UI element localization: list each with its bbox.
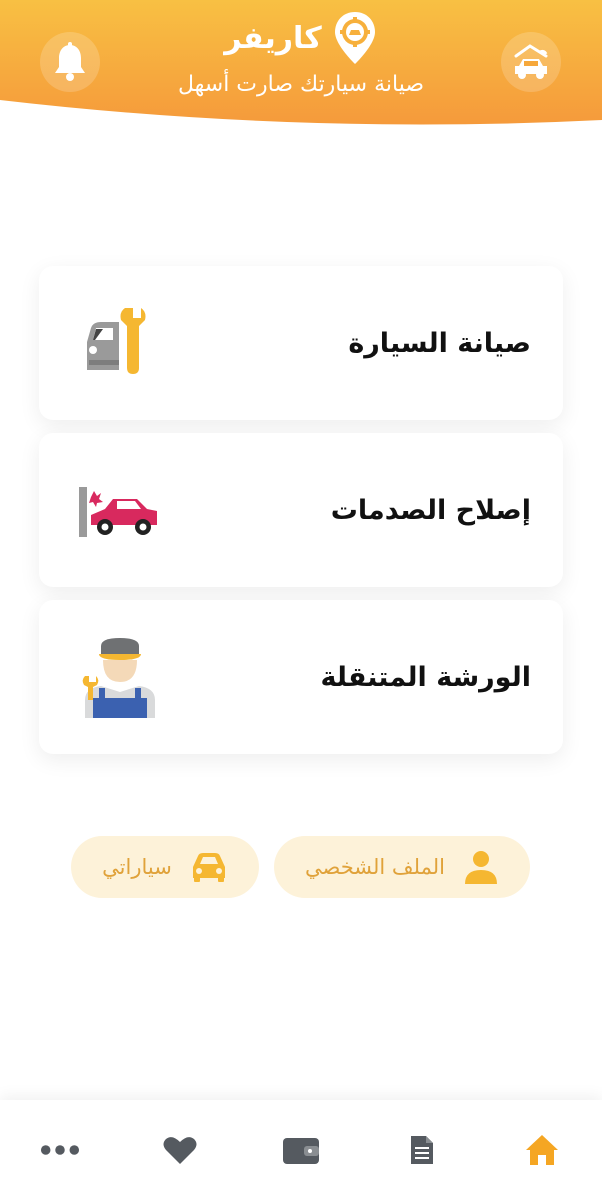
gear-pin-logo-icon: [334, 12, 375, 64]
mobile-workshop-card[interactable]: الورشة المتنقلة: [39, 600, 563, 754]
card-title: الورشة المتنقلة: [320, 661, 531, 693]
card-title: إصلاح الصدمات: [330, 494, 531, 526]
user-icon: [465, 851, 497, 884]
home-screen: كاريفر صيانة سيارتك صارت أسهل صيانة السي…: [0, 0, 602, 1200]
tagline: صيانة سيارتك صارت أسهل: [177, 72, 425, 97]
more-icon: [40, 1145, 80, 1155]
car-icon: [192, 853, 225, 882]
profile-button[interactable]: الملف الشخصي: [274, 836, 530, 898]
nav-wallet[interactable]: [281, 1130, 321, 1170]
card-title: صيانة السيارة: [348, 327, 531, 359]
my-cars-button[interactable]: سياراتي: [71, 836, 259, 898]
document-icon: [411, 1136, 433, 1164]
heart-icon: [163, 1137, 197, 1164]
home-icon: [526, 1135, 558, 1165]
mechanic-icon: [82, 638, 155, 718]
bodywork-repair-card[interactable]: إصلاح الصدمات: [39, 433, 563, 587]
app-header: كاريفر صيانة سيارتك صارت أسهل: [0, 0, 602, 130]
bottom-navigation: [0, 1100, 602, 1200]
car-maintenance-card[interactable]: صيانة السيارة: [39, 266, 563, 420]
nav-more[interactable]: [40, 1130, 80, 1170]
nav-home[interactable]: [522, 1130, 562, 1170]
nav-orders[interactable]: [402, 1130, 442, 1170]
car-wrench-icon: [87, 308, 146, 374]
brand-block: كاريفر صيانة سيارتك صارت أسهل: [0, 10, 602, 97]
nav-favorites[interactable]: [160, 1130, 200, 1170]
profile-label: الملف الشخصي: [305, 855, 445, 879]
car-crash-icon: [79, 487, 157, 537]
wallet-icon: [283, 1138, 319, 1164]
brand-name: كاريفر: [224, 20, 322, 56]
my-cars-label: سياراتي: [102, 855, 172, 879]
